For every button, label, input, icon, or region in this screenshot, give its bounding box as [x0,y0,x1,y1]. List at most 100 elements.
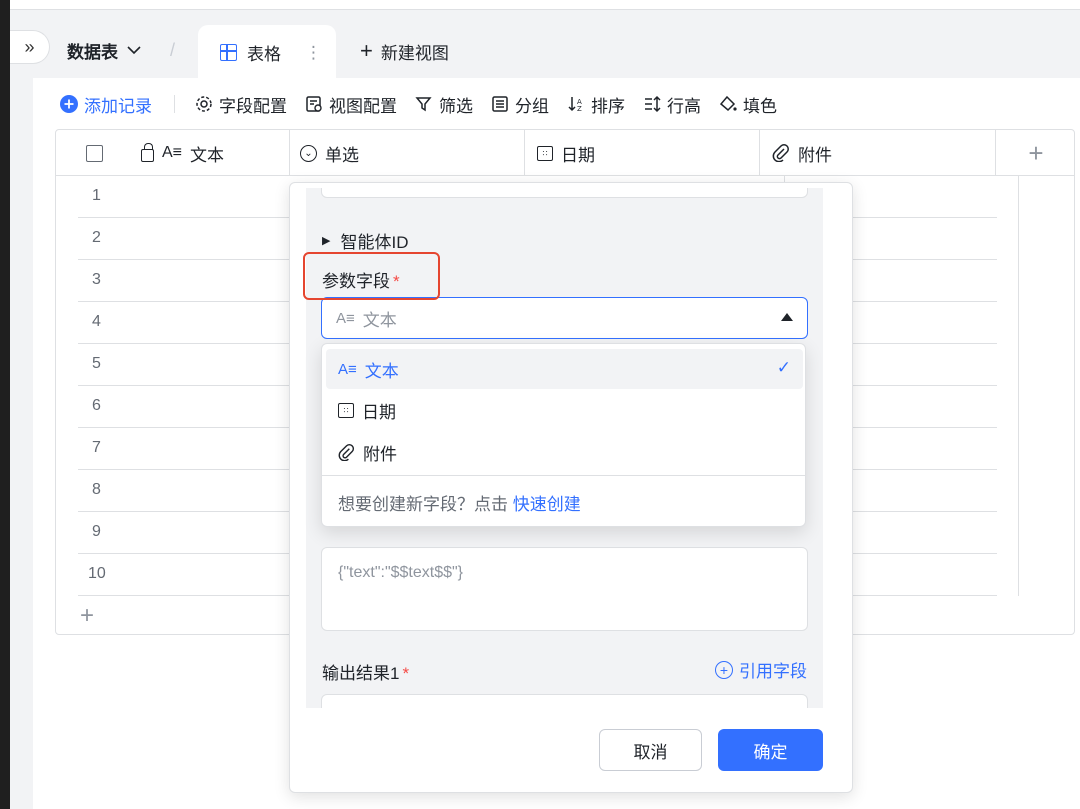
field-config-label: 字段配置 [219,96,287,116]
more-vertical-icon[interactable]: ⋮ [305,43,322,63]
lock-icon [141,142,154,162]
row-number: 2 [92,229,101,246]
output-result-label: 输出结果1 * [322,659,409,684]
plus-circle-icon: + [715,660,733,679]
column-label: 单选 [325,145,359,165]
filter-button[interactable]: 筛选 [415,92,473,117]
paint-bucket-icon [719,95,737,112]
group-button[interactable]: 分组 [491,92,549,117]
cell-divider [1018,260,1019,302]
cell-divider [1018,512,1019,554]
toolbar-divider [174,95,175,113]
new-view-button[interactable]: + 新建视图 [360,38,449,64]
tab-divider: / [170,39,176,60]
column-label: 文本 [190,145,225,165]
row-number: 3 [92,271,101,288]
view-config-icon [306,96,322,112]
dropdown-option-attachment[interactable]: 附件 [326,432,803,472]
new-view-label: 新建视图 [380,43,449,63]
column-header-single-select[interactable]: ⌄ 单选 [290,130,525,176]
column-header-attachment[interactable]: 附件 [760,130,996,176]
single-select-icon: ⌄ [300,144,317,162]
filter-icon [415,97,432,112]
select-all-checkbox[interactable] [86,144,103,162]
caret-up-icon [781,313,793,321]
plus-icon: + [360,38,373,63]
row-height-icon [645,95,661,113]
attachment-icon [772,144,789,162]
view-tabs: 数据表 / [55,22,193,78]
grid-view-icon [220,44,237,61]
row-number: 4 [92,313,101,330]
quick-create-link[interactable]: 快速创建 [513,495,581,514]
view-config-button[interactable]: 视图配置 [305,92,397,117]
cell-divider [1018,218,1019,260]
text-field-icon: A≡ [336,309,355,327]
datasheet-selector[interactable]: 数据表 [67,38,142,63]
row-number: 5 [92,355,101,372]
caret-right-icon: ▶ [322,235,331,247]
dropdown-option-date[interactable]: ∷ 日期 [326,390,803,430]
row-number: 1 [92,187,101,204]
row-number: 6 [92,397,101,414]
column-header-text[interactable]: A≡ 文本 [56,130,290,176]
row-number: 8 [92,481,101,498]
field-config-button[interactable]: 字段配置 [195,92,287,117]
datasheet-title: 数据表 [67,42,118,62]
select-value: 文本 [362,310,397,330]
sidebar-expand-button[interactable]: » [10,30,50,64]
cancel-button[interactable]: 取消 [599,729,702,771]
cell-divider [1018,386,1019,428]
sort-icon: AZ [568,97,582,113]
gear-icon [196,96,212,112]
tab-grid-view[interactable]: 表格 ⋮ [198,25,336,80]
calendar-icon: ∷ [537,145,553,161]
param-field-select[interactable]: A≡ 文本 [321,297,808,339]
row-height-button[interactable]: 行高 [643,92,701,117]
add-record-button[interactable]: 添加记录 [60,92,152,117]
plus-circle-icon [60,95,78,113]
agent-id-label: 智能体ID [340,233,409,252]
view-config-label: 视图配置 [329,96,397,116]
param-field-dropdown: A≡ 文本 ✓ ∷ 日期 附件 想要创建新字段？点击 快速创建 [321,343,806,527]
dropdown-divider [322,475,805,476]
svg-text:Z: Z [577,105,582,113]
add-column-button[interactable]: + [996,130,1076,176]
required-mark: * [402,664,410,683]
add-row-button[interactable]: + [80,602,94,630]
text-field-icon: A≡ [162,144,183,161]
tab-label: 表格 [247,45,281,64]
column-label: 附件 [798,145,832,165]
grid-header: A≡ 文本 ⌄ 单选 ∷ 日期 附件 + [56,130,1074,176]
option-label: 日期 [362,402,396,422]
output-result-input[interactable] [321,694,808,708]
param-json-textarea[interactable]: {"text":"$$text$$"} [321,547,808,631]
column-label: 日期 [561,145,595,165]
column-header-date[interactable]: ∷ 日期 [525,130,760,176]
plus-icon: + [1028,137,1044,168]
cell-divider [1018,470,1019,512]
row-height-label: 行高 [667,96,701,116]
previous-field-input[interactable] [321,188,808,198]
checkmark-icon: ✓ [776,358,791,377]
dropdown-option-text[interactable]: A≡ 文本 ✓ [326,349,803,389]
cell-divider [1018,176,1019,218]
row-number: 10 [88,565,106,582]
output-result-text: 输出结果1 [322,664,400,683]
confirm-button[interactable]: 确定 [718,729,823,771]
option-label: 附件 [363,444,397,464]
footer-text: 想要创建新字段？点击 [338,495,508,514]
quote-field-label: 引用字段 [739,662,807,681]
textarea-placeholder: {"text":"$$text$$"} [338,564,464,581]
quote-field-button[interactable]: + 引用字段 [715,657,807,682]
text-field-icon: A≡ [338,360,357,378]
row-number: 9 [92,523,101,540]
sort-label: 排序 [591,96,625,116]
row-number: 7 [92,439,101,456]
add-record-label: 添加记录 [84,96,152,116]
cell-divider [1018,428,1019,470]
double-chevron-right-icon: » [24,36,35,57]
agent-id-toggle[interactable]: ▶ 智能体ID [322,228,408,253]
sort-button[interactable]: AZ 排序 [567,92,625,117]
fill-color-button[interactable]: 填色 [719,92,777,117]
